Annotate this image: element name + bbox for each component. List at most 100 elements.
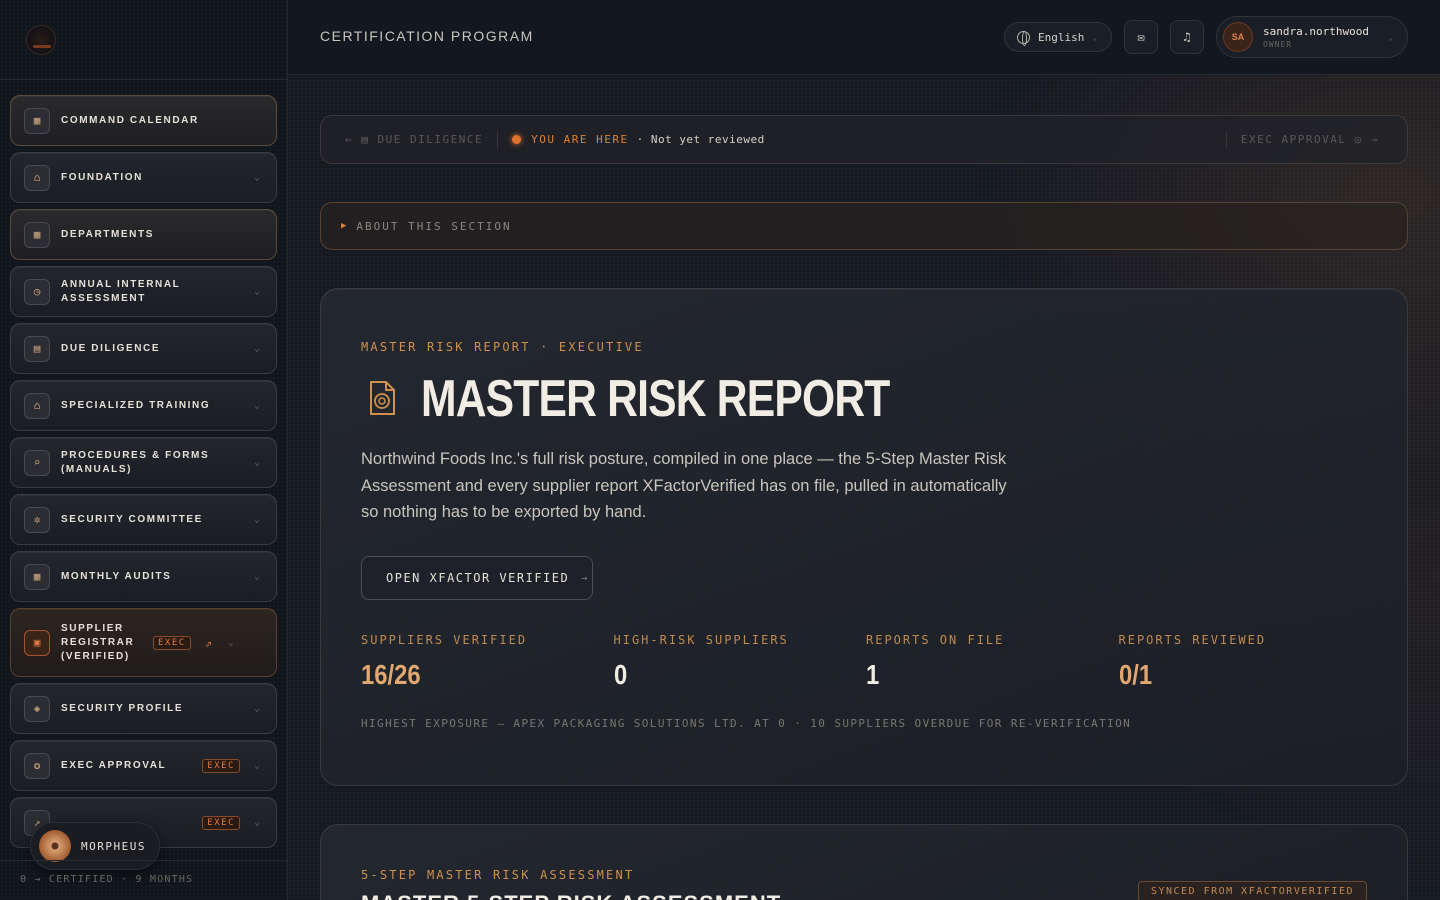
award-icon: ✪	[24, 752, 50, 779]
clock-icon: ◷	[24, 278, 50, 305]
sidebar-item-label: SPECIALIZED TRAINING	[61, 399, 211, 411]
sidebar-item-security-committee[interactable]: ✲ SECURITY COMMITTEE ⌄	[10, 494, 277, 545]
language-label: English	[1038, 30, 1085, 44]
user-role: OWNER	[1263, 40, 1293, 49]
about-label: ABOUT THIS SECTION	[356, 219, 512, 233]
expand-triangle-icon: ▶	[341, 221, 349, 231]
chevron-down-icon: ⌄	[253, 703, 260, 714]
sidebar-item-label: FOUNDATION	[61, 171, 143, 183]
globe-icon	[1017, 30, 1030, 46]
search-document-icon: ⌕	[24, 449, 50, 476]
stat-reports-reviewed: REPORTS REVIEWED 0/1	[1119, 633, 1372, 691]
sidebar-item-label: SUPPLIER REGISTRAR (VERIFIED)	[61, 622, 135, 662]
sidebar-item-label: DUE DILIGENCE	[61, 342, 161, 354]
sidebar-item-label: DEPARTMENTS	[61, 228, 154, 240]
report-title: MASTER RISK REPORT	[421, 370, 890, 428]
sidebar-item-due-diligence[interactable]: ▤ DUE DILIGENCE ⌄	[10, 323, 277, 374]
stat-value: 0/1	[1118, 659, 1152, 690]
report-stats: SUPPLIERS VERIFIED 16/26 HIGH-RISK SUPPLIE…	[361, 633, 1371, 691]
sidebar-item-annual-internal-assessment[interactable]: ◷ ANNUAL INTERNAL ASSESSMENT ⌄	[10, 266, 277, 317]
arrow-right-icon: →	[581, 572, 589, 584]
sidebar-item-label: MONTHLY AUDITS	[61, 570, 172, 582]
sidebar-item-security-profile[interactable]: ◈ SECURITY PROFILE ⌄	[10, 683, 277, 734]
exec-badge: EXEC	[202, 815, 240, 830]
certification-progress-footer: 0 → CERTIFIED · 9 MONTHS	[0, 860, 288, 900]
sidebar-item-label: EXEC APPROVAL	[61, 759, 167, 771]
top-bar: CERTIFICATION PROGRAM English ⌄ ✉ ♫ SA s…	[288, 0, 1440, 75]
stat-label: SUPPLIERS VERIFIED	[361, 633, 528, 647]
mail-icon: ✉	[1137, 30, 1145, 44]
external-link-icon[interactable]: ⇗	[205, 636, 212, 650]
stat-label: REPORTS REVIEWED	[1118, 633, 1267, 647]
sidebar: ▦ COMMAND CALENDAR ⌂ FOUNDATION ⌄ ▦ DEPARTMENT…	[0, 0, 288, 900]
chevron-down-icon: ⌄	[253, 760, 260, 771]
page-title: CERTIFICATION PROGRAM	[320, 28, 534, 44]
mail-button[interactable]: ✉	[1124, 20, 1158, 54]
prev-section-link[interactable]: ← ▤ DUE DILIGENCE	[345, 133, 483, 146]
sidebar-item-label: SECURITY COMMITTEE	[61, 513, 203, 525]
graduation-cap-icon: ⌂	[24, 392, 50, 419]
chevron-down-icon: ⌄	[253, 817, 260, 828]
master-risk-report-card: MASTER RISK REPORT · EXECUTIVE MASTER RI…	[320, 288, 1408, 786]
avatar: SA	[1223, 22, 1253, 52]
verified-document-icon: ▣	[24, 629, 50, 656]
stat-value: 16/26	[361, 659, 421, 690]
building-icon: ⌂	[24, 164, 50, 191]
synced-badge: SYNCED FROM XFACTORVERIFIED	[1137, 881, 1367, 900]
stat-value: 1	[866, 659, 880, 690]
sidebar-item-command-calendar[interactable]: ▦ COMMAND CALENDAR	[10, 95, 277, 146]
user-menu[interactable]: SA sandra.northwood OWNER ⌄	[1216, 16, 1408, 58]
stat-label: HIGH-RISK SUPPLIERS	[613, 633, 789, 647]
grid-icon: ▦	[24, 221, 50, 248]
language-selector[interactable]: English ⌄	[1004, 22, 1112, 52]
sidebar-item-departments[interactable]: ▦ DEPARTMENTS	[10, 209, 277, 260]
about-section-toggle[interactable]: ▶ ABOUT THIS SECTION	[320, 202, 1408, 250]
chevron-down-icon: ⌄	[253, 400, 260, 411]
assessment-eyebrow: 5-STEP MASTER RISK ASSESSMENT	[361, 868, 635, 882]
stat-reports-on-file: REPORTS ON FILE 1	[866, 633, 1119, 691]
sidebar-item-procedures-forms-manuals[interactable]: ⌕ PROCEDURES & FORMS (MANUALS) ⌄	[10, 437, 277, 488]
button-label: OPEN XFACTOR VERIFIED	[386, 571, 570, 585]
sidebar-item-monthly-audits[interactable]: ▦ MONTHLY AUDITS ⌄	[10, 551, 277, 602]
chevron-down-icon: ⌄	[253, 172, 260, 183]
morpheus-orb-icon	[39, 830, 71, 862]
stat-label: REPORTS ON FILE	[866, 633, 1005, 647]
chevron-down-icon: ⌄	[227, 637, 234, 648]
stat-value: 0	[613, 659, 627, 690]
sidebar-item-foundation[interactable]: ⌂ FOUNDATION ⌄	[10, 152, 277, 203]
sidebar-item-label: PROCEDURES & FORMS (MANUALS)	[61, 449, 210, 475]
exec-badge: EXEC	[153, 635, 191, 650]
sidebar-item-supplier-registrar[interactable]: ▣ SUPPLIER REGISTRAR (VERIFIED) EXEC ⇗ ⌄	[10, 608, 277, 677]
bell-icon: ♫	[1183, 30, 1191, 44]
exec-badge: EXEC	[202, 758, 240, 773]
stat-suppliers-verified: SUPPLIERS VERIFIED 16/26	[361, 633, 614, 691]
chevron-down-icon: ⌄	[253, 571, 260, 582]
gear-icon: ✲	[24, 506, 50, 533]
report-eyebrow: MASTER RISK REPORT · EXECUTIVE	[361, 340, 644, 354]
chevron-down-icon: ⌄	[1388, 32, 1393, 42]
user-name: sandra.northwood	[1263, 25, 1369, 38]
assessment-title: MASTER 5-STEP RISK ASSESSMENT	[361, 891, 781, 900]
logo-area	[0, 0, 287, 80]
sidebar-item-specialized-training[interactable]: ⌂ SPECIALIZED TRAINING ⌄	[10, 380, 277, 431]
sidebar-item-label: ANNUAL INTERNAL ASSESSMENT	[61, 278, 181, 304]
next-section-link[interactable]: EXEC APPROVAL ◎ →	[1241, 133, 1379, 146]
sidebar-item-label: SECURITY PROFILE	[61, 702, 184, 714]
five-step-assessment-card: 5-STEP MASTER RISK ASSESSMENT MASTER 5-S…	[320, 824, 1408, 900]
chevron-down-icon: ⌄	[253, 343, 260, 354]
main-content: ← ▤ DUE DILIGENCE YOU ARE HERE · Not yet…	[288, 75, 1440, 900]
sidebar-nav: ▦ COMMAND CALENDAR ⌂ FOUNDATION ⌄ ▦ DEPARTMENT…	[10, 95, 277, 854]
calendar-icon: ▦	[24, 107, 50, 134]
section-navigator: ← ▤ DUE DILIGENCE YOU ARE HERE · Not yet…	[320, 115, 1408, 164]
divider	[1226, 130, 1227, 149]
document-lock-icon: ▤	[24, 335, 50, 362]
open-xfactor-verified-button[interactable]: OPEN XFACTOR VERIFIED →	[361, 556, 593, 600]
current-location-dot	[512, 135, 522, 144]
morpheus-label: MORPHEUS	[81, 839, 146, 853]
brand-logo[interactable]	[26, 25, 56, 55]
notifications-button[interactable]: ♫	[1170, 20, 1204, 54]
sidebar-item-exec-approval[interactable]: ✪ EXEC APPROVAL EXEC ⌄	[10, 740, 277, 791]
report-description: Northwind Foods Inc.'s full risk posture…	[361, 450, 1007, 521]
review-status: · Not yet reviewed	[636, 133, 765, 146]
chevron-down-icon: ⌄	[253, 514, 260, 525]
